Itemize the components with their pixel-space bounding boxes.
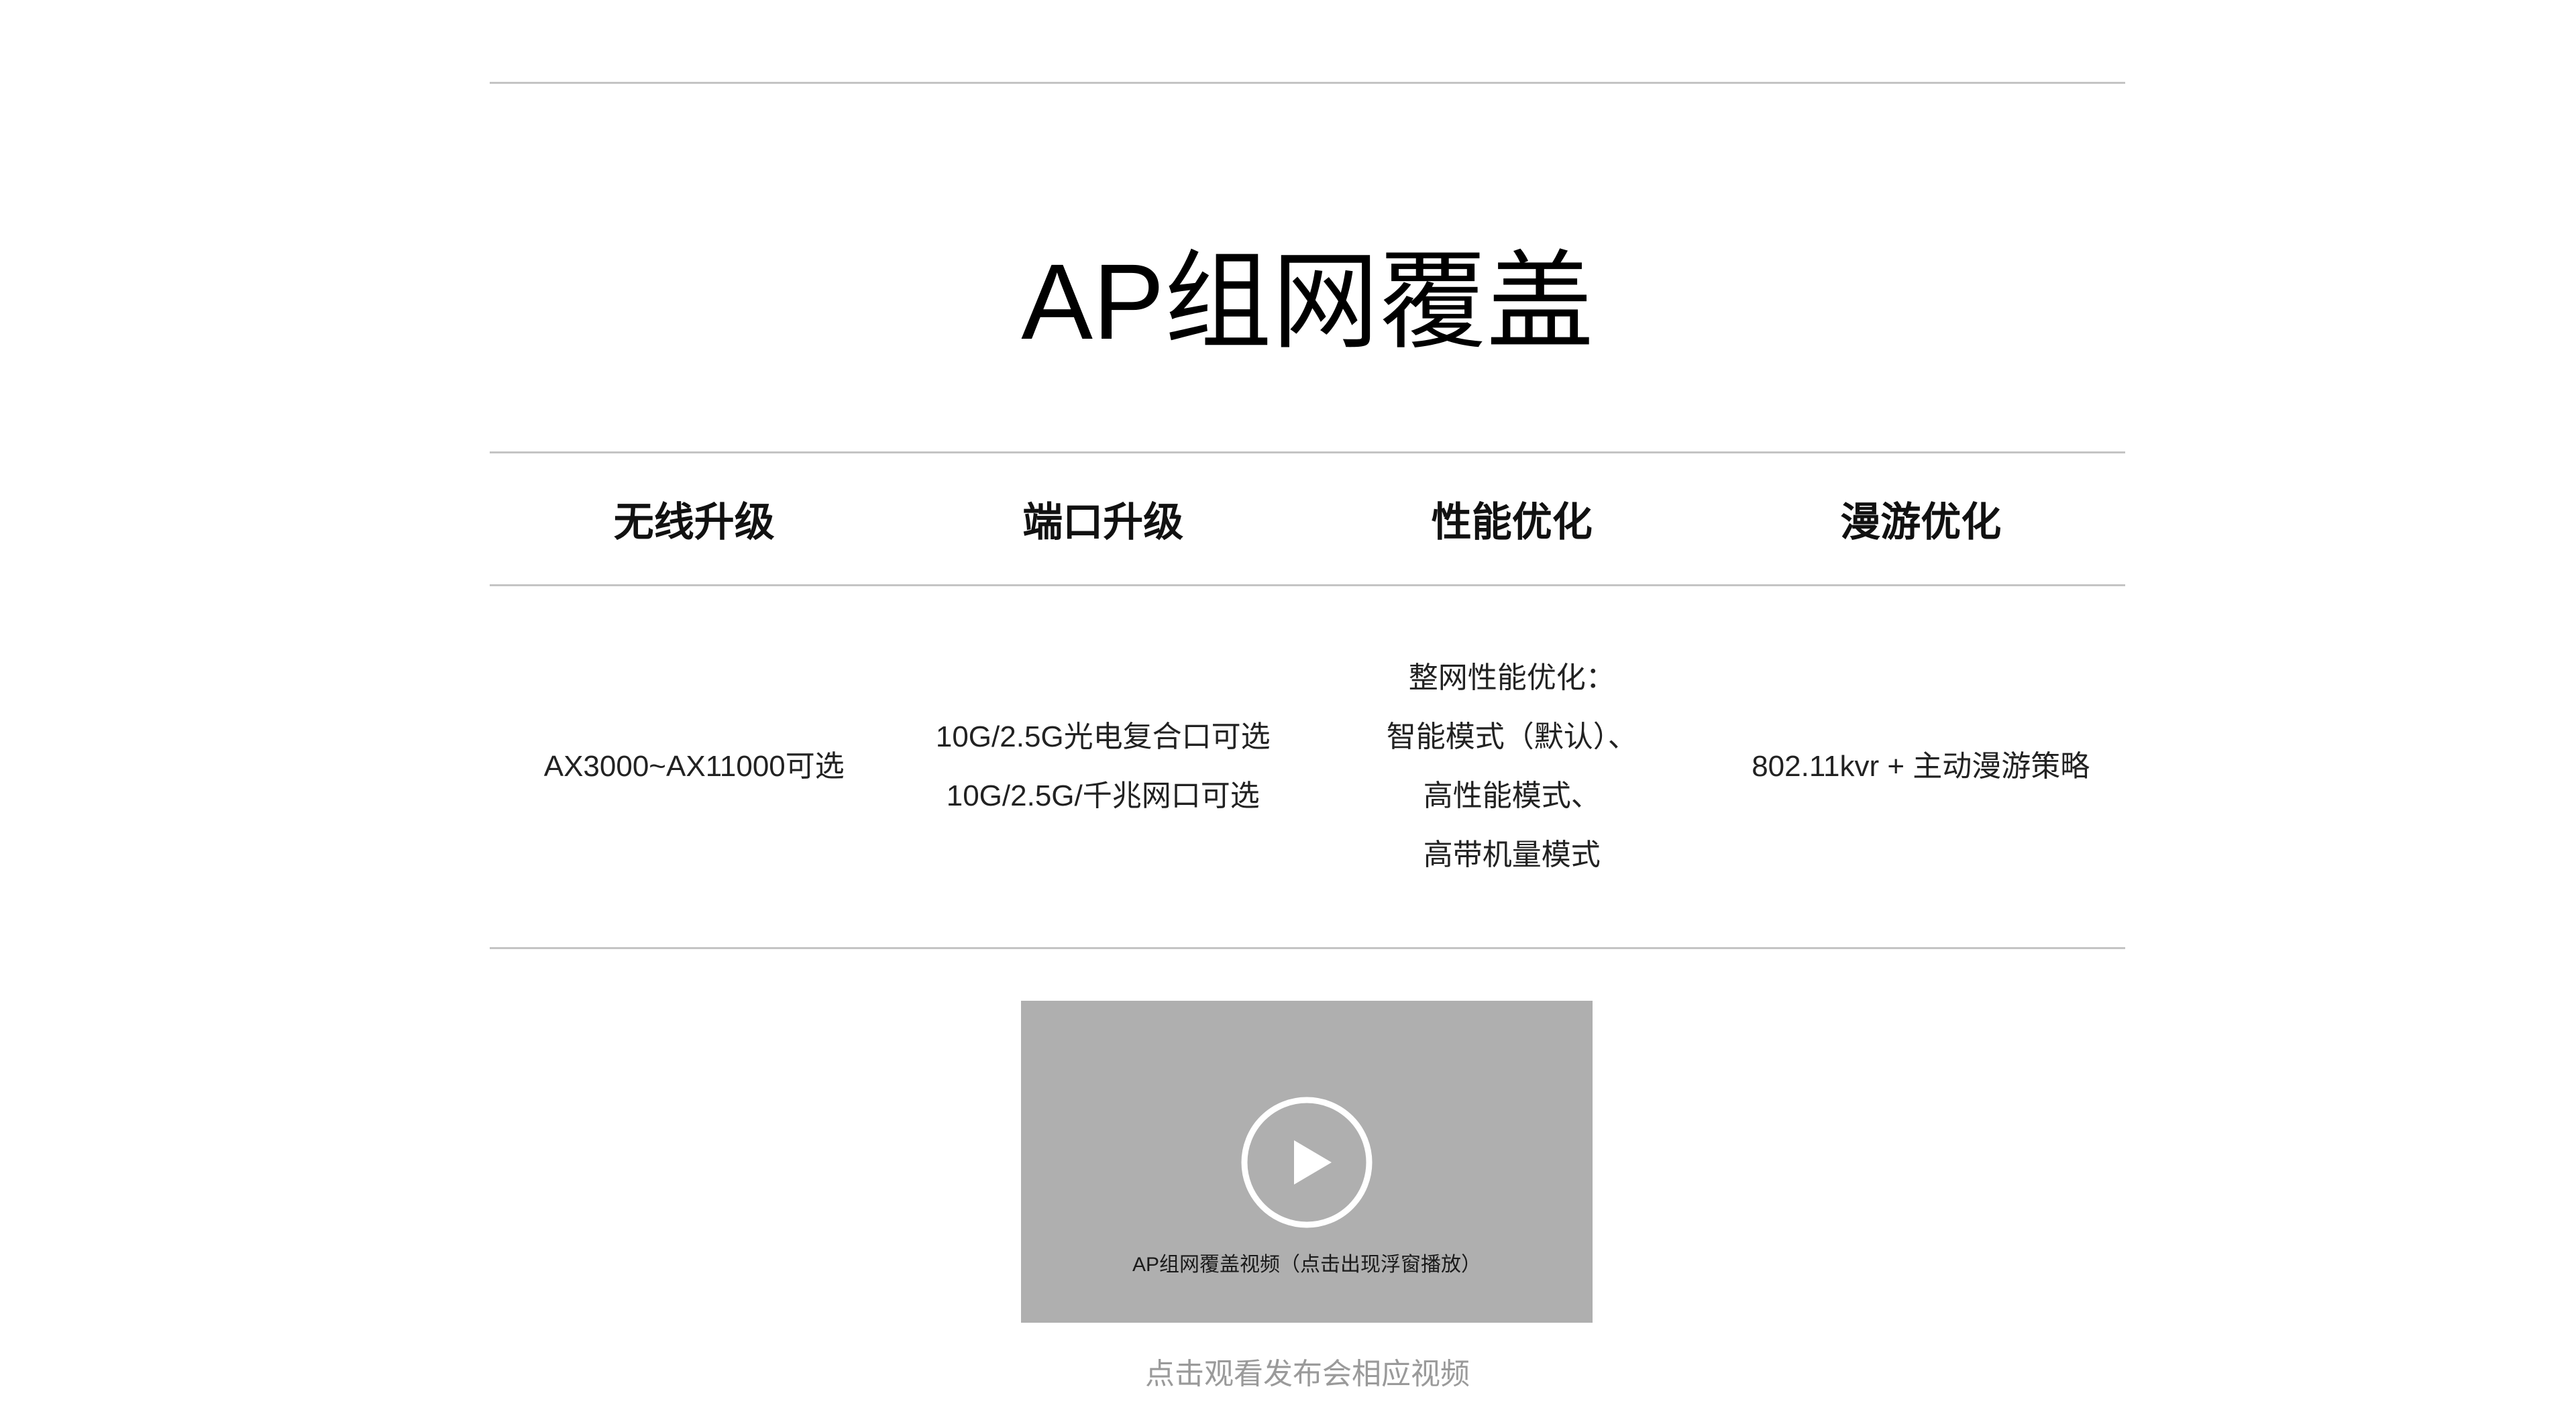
cell-line: 10G/2.5G光电复合口可选 [935, 720, 1271, 753]
feature-table-body: AX3000~AX11000可选 10G/2.5G光电复合口可选 10G/2.5… [490, 586, 2125, 947]
table-bottom-divider [490, 947, 2125, 949]
cell-line: 10G/2.5G/千兆网口可选 [946, 779, 1260, 812]
table-cell-wireless: AX3000~AX11000可选 [490, 586, 899, 947]
cell-line: AX3000~AX11000可选 [543, 750, 845, 783]
video-caption: AP组网覆盖视频（点击出现浮窗播放） [1132, 1254, 1482, 1276]
video-thumbnail[interactable]: AP组网覆盖视频（点击出现浮窗播放） [1021, 1001, 1593, 1323]
top-divider [490, 82, 2125, 84]
cell-line: 智能模式（默认）、 [1386, 720, 1638, 753]
column-header-roaming: 漫游优化 [1840, 500, 2002, 545]
table-cell-port: 10G/2.5G光电复合口可选 10G/2.5G/千兆网口可选 [899, 586, 1308, 947]
column-header-performance: 性能优化 [1431, 500, 1593, 545]
cell-line: 整网性能优化： [1408, 661, 1615, 694]
cell-line: 高带机量模式 [1423, 838, 1601, 871]
cell-line: 802.11kvr + 主动漫游策略 [1752, 750, 2090, 783]
table-cell-roaming: 802.11kvr + 主动漫游策略 [1717, 586, 2126, 947]
watch-video-link[interactable]: 点击观看发布会相应视频 [490, 1354, 2125, 1394]
table-cell-performance: 整网性能优化： 智能模式（默认）、 高性能模式、 高带机量模式 [1307, 586, 1717, 947]
column-header-port: 端口升级 [1022, 500, 1184, 545]
play-circle-icon[interactable] [1240, 1096, 1373, 1229]
page-title: AP组网覆盖 [1021, 241, 1594, 362]
cell-line: 高性能模式、 [1423, 779, 1601, 812]
feature-table-header: 无线升级 端口升级 性能优化 漫游优化 [490, 453, 2125, 584]
column-header-wireless: 无线升级 [613, 500, 775, 545]
